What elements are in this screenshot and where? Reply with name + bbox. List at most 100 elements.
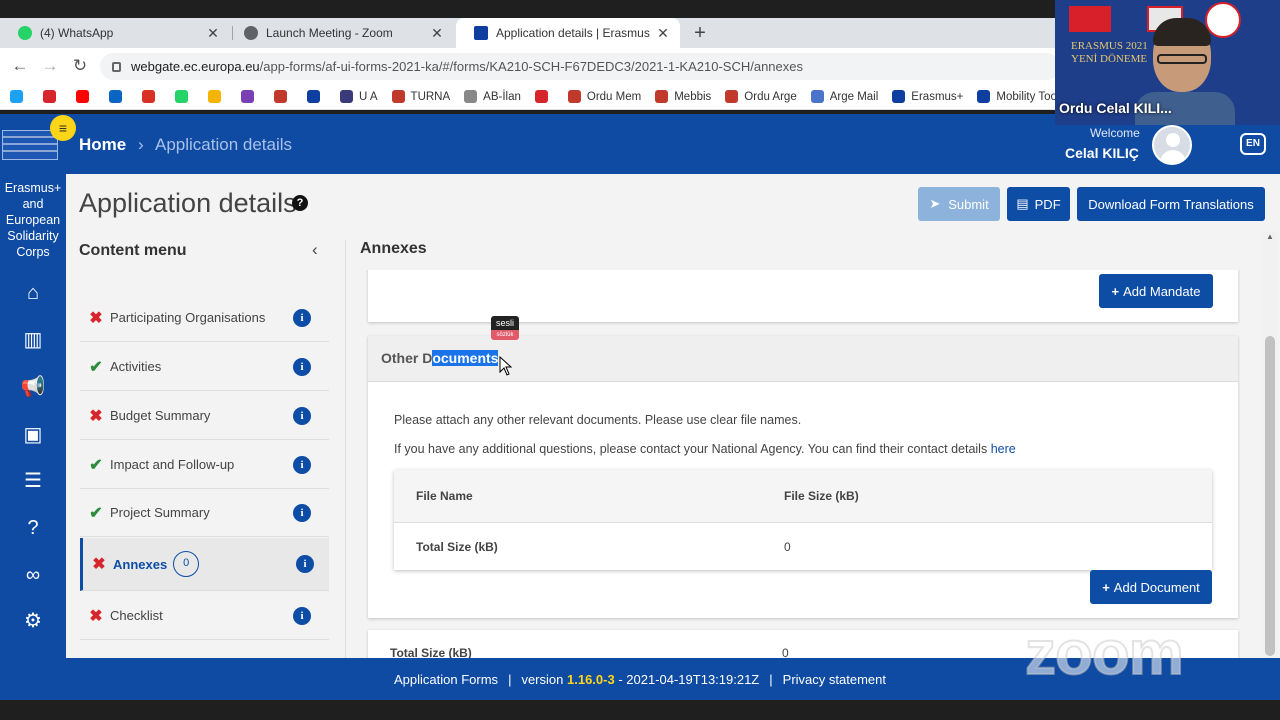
content-menu-item[interactable]: ✔ Activities i — [80, 343, 329, 391]
list-icon[interactable]: ☰ — [20, 470, 46, 492]
error-x-icon: ✖ — [89, 309, 103, 327]
info-icon[interactable]: i — [293, 407, 311, 425]
mail-icon — [810, 90, 824, 103]
content-menu-item[interactable]: ✖ Participating Organisations i — [80, 294, 329, 342]
content-menu-item[interactable]: ✔ Impact and Follow-up i — [80, 441, 329, 489]
new-tab-icon[interactable]: + — [690, 22, 710, 45]
close-icon[interactable]: ✕ — [656, 25, 670, 42]
megaphone-icon[interactable]: 📢 — [20, 376, 46, 398]
language-button[interactable]: EN — [1240, 133, 1266, 155]
drive-icon — [208, 90, 221, 103]
scroll-thumb[interactable] — [1265, 336, 1275, 656]
menu-icon[interactable]: ≡ — [50, 115, 76, 141]
download-translations-button[interactable]: Download Form Translations — [1077, 187, 1265, 221]
tab-zoom[interactable]: Launch Meeting - Zoom ✕ — [226, 18, 454, 48]
forward-icon[interactable]: → — [40, 56, 60, 76]
bookmark-item[interactable] — [76, 90, 95, 103]
tab-application-details[interactable]: Application details | Erasmus+ ar ✕ — [456, 18, 680, 48]
zoom-watermark: zoom — [1024, 618, 1185, 689]
bookmark-item[interactable] — [241, 90, 260, 103]
avatar[interactable] — [1152, 125, 1192, 165]
bookmark-item[interactable] — [534, 90, 554, 103]
info-icon[interactable]: i — [293, 607, 311, 625]
bookmark-item[interactable]: Arge Mail — [810, 90, 879, 103]
info-icon[interactable]: i — [293, 456, 311, 474]
whatsapp-icon — [18, 26, 32, 40]
pdf-button[interactable]: ▤ PDF — [1007, 187, 1070, 221]
add-document-button[interactable]: + Add Document — [1090, 570, 1212, 604]
link-icon[interactable]: ∞ — [20, 564, 46, 586]
info-icon[interactable]: i — [296, 555, 314, 573]
pdf-label: PDF — [1034, 196, 1061, 212]
seal-icon — [725, 90, 739, 103]
participant-name: Ordu Celal KILI... — [1059, 100, 1172, 116]
bookmark-item[interactable]: Ordu Mem — [567, 90, 641, 103]
add-mandate-label: Add Mandate — [1123, 283, 1201, 299]
content-menu-item[interactable]: ✔ Project Summary i — [80, 489, 329, 537]
menu-item-label: Annexes — [113, 556, 168, 572]
content-menu-item[interactable]: ✖ Budget Summary i — [80, 392, 329, 440]
tab-whatsapp[interactable]: (4) WhatsApp ✕ — [0, 18, 230, 48]
bookmark-item[interactable]: Mebbis — [655, 90, 711, 103]
check-icon: ✔ — [89, 504, 103, 522]
help-icon[interactable]: ? — [292, 195, 308, 211]
footer-privacy-link[interactable]: Privacy statement — [783, 672, 886, 687]
content-menu-item[interactable]: ✖ Annexes 0 i — [80, 538, 329, 591]
close-icon[interactable]: ✕ — [430, 25, 444, 42]
scrollbar[interactable]: ▲ — [1263, 232, 1277, 658]
bookmark-item[interactable]: AB-İlan — [464, 90, 521, 103]
collapse-menu-icon[interactable]: ‹ — [312, 240, 318, 260]
bookmark-item[interactable] — [142, 90, 161, 103]
institution-icon[interactable]: ▥ — [20, 329, 46, 351]
contact-link[interactable]: here — [991, 442, 1016, 456]
en-icon — [241, 90, 254, 103]
bookmark-item[interactable] — [109, 90, 128, 103]
bookmark-item[interactable] — [43, 90, 62, 103]
bookmark-label: AB-İlan — [483, 90, 521, 103]
zoom-video-thumbnail[interactable]: ERASMUS 2021 YENİ DÖNEME Ordu Celal KILI… — [1055, 0, 1280, 125]
help-icon[interactable]: ? — [20, 517, 46, 539]
info-icon[interactable]: i — [293, 358, 311, 376]
bookmark-item[interactable]: Ordu Arge — [725, 90, 797, 103]
bookmark-item[interactable] — [208, 90, 227, 103]
home-icon[interactable]: ⌂ — [20, 282, 46, 304]
bookmark-label: Ordu Arge — [744, 90, 797, 103]
breadcrumb-home[interactable]: Home — [79, 135, 126, 155]
info-icon[interactable]: i — [293, 309, 311, 327]
dictionary-popup[interactable]: sesli sözlük — [491, 316, 519, 342]
content-menu-item[interactable]: ✖ Checklist i — [80, 592, 329, 640]
column-file-size: File Size (kB) — [784, 489, 859, 503]
reload-icon[interactable]: ↻ — [70, 56, 90, 76]
scroll-up-icon[interactable]: ▲ — [1266, 232, 1274, 241]
settings-icon[interactable]: ⚙ — [20, 610, 46, 632]
bookmark-item[interactable]: Mobility Too — [977, 90, 1057, 103]
bookmark-item[interactable] — [10, 90, 29, 103]
bookmark-item[interactable]: TURNA — [391, 90, 450, 103]
bookmark-item[interactable] — [175, 90, 194, 103]
left-rail: Erasmus+ and European Solidarity Corps ⌂… — [0, 174, 66, 658]
back-icon[interactable]: ← — [10, 56, 30, 76]
close-icon[interactable]: ✕ — [206, 25, 220, 42]
info-icon[interactable]: i — [293, 504, 311, 522]
grand-total-label: Total Size (kB) — [390, 646, 472, 658]
lock-icon — [112, 61, 121, 72]
breadcrumb-current: Application details — [155, 135, 293, 154]
bookmark-item[interactable]: U A — [340, 90, 378, 103]
url-bar[interactable]: webgate.ec.europa.eu/app-forms/af-ui-for… — [100, 53, 1060, 80]
add-mandate-button[interactable]: + Add Mandate — [1099, 274, 1213, 308]
document-icon[interactable]: ▣ — [20, 424, 46, 446]
bookmark-item[interactable]: Erasmus+ — [892, 90, 963, 103]
gmail-icon — [142, 90, 155, 103]
ec-logo-icon — [2, 130, 58, 160]
bookmark-item[interactable] — [307, 90, 326, 103]
bookmark-label: Mobility Too — [996, 90, 1057, 103]
footer-app-forms[interactable]: Application Forms — [394, 672, 498, 687]
user-name[interactable]: Celal KILIÇ — [1065, 145, 1139, 161]
column-file-name: File Name — [416, 489, 473, 503]
bookmark-item[interactable] — [274, 90, 293, 103]
section-title: Annexes — [360, 240, 427, 257]
table-header: File Name File Size (kB) — [394, 470, 1212, 523]
eu-flag-icon — [474, 26, 488, 40]
submit-button[interactable]: ➤ Submit — [918, 187, 1000, 221]
bookmark-label: Arge Mail — [829, 90, 879, 103]
